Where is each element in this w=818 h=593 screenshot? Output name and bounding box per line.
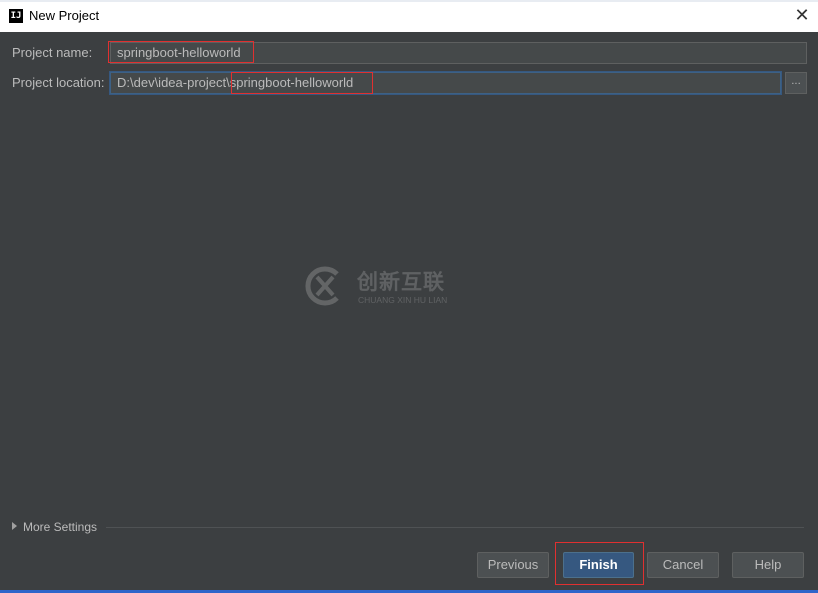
browse-location-button[interactable]: ... [785, 72, 807, 94]
help-button[interactable]: Help [732, 552, 804, 578]
expand-arrow-icon [12, 522, 17, 530]
more-settings-toggle[interactable]: More Settings [12, 520, 97, 534]
intellij-app-icon: IJ [9, 9, 23, 23]
watermark-english-text: CHUANG XIN HU LIAN [358, 295, 448, 305]
finish-button[interactable]: Finish [563, 552, 634, 578]
more-settings-label: More Settings [23, 520, 98, 534]
watermark-logo: 创新互联 CHUANG XIN HU LIAN [302, 262, 477, 312]
project-location-input[interactable]: D:\dev\idea-project\springboot-helloworl… [110, 72, 781, 94]
title-accent-line [0, 0, 818, 2]
project-name-label: Project name: [12, 45, 93, 60]
close-button[interactable]: ✕ [789, 3, 815, 29]
watermark-emblem-icon [305, 266, 339, 306]
more-settings-divider [106, 527, 804, 528]
window-title-bar: IJ New Project ✕ [0, 0, 818, 32]
previous-button[interactable]: Previous [477, 552, 549, 578]
watermark-chinese-text: 创新互联 [357, 270, 445, 294]
cancel-button[interactable]: Cancel [647, 552, 719, 578]
project-location-label: Project location: [12, 75, 105, 90]
window-title: New Project [29, 8, 100, 23]
project-name-input[interactable]: springboot-helloworld [110, 42, 807, 64]
dialog-body [0, 32, 818, 593]
